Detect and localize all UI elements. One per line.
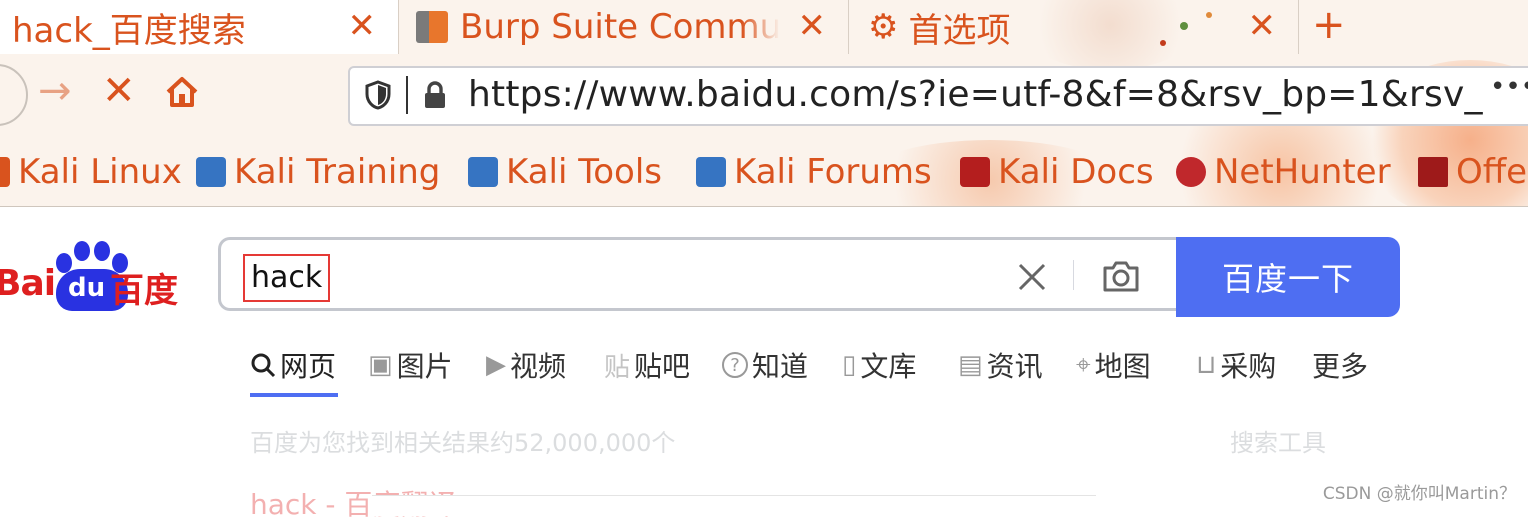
more-actions-icon[interactable]: ••• (1486, 72, 1528, 102)
tab-shopping[interactable]: ⊔ 采购 (1196, 345, 1276, 385)
stop-button[interactable]: ✕ (102, 68, 136, 114)
baidu-results-page: Bai du 百度 hack 百度一下 网页 ▣ 图片 ▶ 视频 贴 贴吧 ? … (0, 207, 1528, 521)
tab-more[interactable]: 更多 (1312, 345, 1368, 385)
url-text: https://www.baidu.com/s?ie=utf-8&f=8&rsv… (468, 74, 1483, 115)
document-icon: ▯ (842, 350, 857, 380)
new-tab-button[interactable]: + (1312, 2, 1346, 48)
search-icon (251, 353, 276, 378)
separator (406, 76, 408, 114)
bookmark-label: Offe (1456, 152, 1528, 192)
tab-video[interactable]: ▶ 视频 (486, 345, 566, 385)
kali-icon (696, 157, 726, 187)
bookmark-kali-linux[interactable]: Kali Linux (0, 148, 182, 196)
search-input[interactable]: hack (243, 254, 331, 302)
search-box[interactable]: hack (218, 237, 1176, 311)
csdn-watermark: CSDN @就你叫Martin？ (1322, 484, 1516, 504)
tab-baidu-search[interactable]: hack_百度搜索 ✕ (0, 0, 399, 54)
kali-icon (0, 157, 10, 187)
tab-map[interactable]: ⌖ 地图 (1076, 345, 1151, 385)
bookmark-label: Kali Linux (18, 152, 182, 192)
gear-icon: ⚙ (868, 7, 899, 47)
active-tab-indicator (250, 393, 338, 397)
home-button[interactable] (164, 74, 200, 120)
tab-label: 地图 (1094, 350, 1151, 383)
divider (1073, 260, 1074, 290)
shield-icon[interactable] (364, 80, 392, 110)
tab-label: 资讯 (986, 350, 1043, 383)
basket-icon: ⊔ (1196, 350, 1217, 380)
tab-tieba[interactable]: 贴 贴吧 (604, 345, 690, 385)
bookmark-label: Kali Docs (998, 152, 1154, 192)
tab-images[interactable]: ▣ 图片 (368, 345, 453, 385)
close-icon[interactable]: ✕ (1248, 6, 1277, 46)
search-tools-button[interactable]: 搜索工具 (1230, 423, 1326, 458)
question-icon: ? (722, 352, 748, 378)
tab-wenku[interactable]: ▯ 文库 (842, 345, 916, 385)
back-button[interactable] (0, 64, 28, 126)
tab-strip: hack_百度搜索 ✕ Burp Suite Commun ✕ ⚙ 首选项 ✕ … (0, 0, 1528, 54)
tab-title: Burp Suite Commun (460, 7, 780, 47)
navigation-toolbar: → ✕ https://www.baidu.com/s?ie=utf-8&f=8… (0, 54, 1528, 140)
nethunter-icon (1176, 157, 1206, 187)
tab-news[interactable]: ▤ 资讯 (958, 345, 1043, 385)
forward-button[interactable]: → (38, 68, 72, 114)
tab-burp-suite[interactable]: Burp Suite Commun ✕ (400, 0, 849, 54)
docs-icon (960, 157, 990, 187)
close-icon[interactable]: ✕ (798, 6, 827, 46)
clear-icon[interactable] (1017, 262, 1047, 292)
bookmark-kali-forums[interactable]: Kali Forums (696, 148, 932, 196)
logo-text-en: Bai (0, 263, 56, 304)
tab-zhidao[interactable]: ? 知道 (722, 345, 808, 385)
burp-icon (416, 11, 448, 43)
tab-title: 首选项 (908, 10, 1011, 51)
kali-icon (196, 157, 226, 187)
kali-icon (468, 157, 498, 187)
tab-label: 采购 (1220, 350, 1277, 383)
tab-web[interactable]: 网页 (250, 345, 336, 385)
image-icon: ▣ (368, 350, 393, 380)
bookmark-label: Kali Forums (734, 152, 932, 192)
home-icon (166, 77, 198, 107)
tab-label: 文库 (860, 350, 917, 383)
logo-text-du: du (68, 273, 106, 303)
bookmarks-toolbar: Kali Linux Kali Training Kali Tools Kali… (0, 148, 1528, 198)
tab-label: 视频 (510, 350, 567, 383)
tab-label: 更多 (1312, 350, 1369, 383)
news-icon: ▤ (958, 350, 983, 380)
tab-label: 知道 (752, 350, 809, 383)
browser-chrome: hack_百度搜索 ✕ Burp Suite Commun ✕ ⚙ 首选项 ✕ … (0, 0, 1528, 207)
camera-icon[interactable] (1101, 258, 1141, 294)
bookmark-kali-training[interactable]: Kali Training (196, 148, 440, 196)
offsec-icon (1418, 157, 1448, 187)
close-icon[interactable]: ✕ (348, 6, 377, 46)
logo-text-cn: 百度 (110, 271, 178, 311)
bookmark-label: NetHunter (1214, 152, 1391, 192)
bookmark-offsec[interactable]: Offe (1418, 148, 1527, 196)
tab-label: 网页 (280, 350, 337, 383)
address-bar[interactable]: https://www.baidu.com/s?ie=utf-8&f=8&rsv… (348, 66, 1528, 126)
dropdown-shadow (372, 495, 1096, 516)
search-button[interactable]: 百度一下 (1176, 237, 1400, 317)
map-icon: ⌖ (1076, 349, 1091, 380)
bookmark-kali-docs[interactable]: Kali Docs (960, 148, 1154, 196)
bookmark-kali-tools[interactable]: Kali Tools (468, 148, 662, 196)
bookmark-nethunter[interactable]: NetHunter (1176, 148, 1391, 196)
tab-title: hack_百度搜索 (12, 10, 246, 51)
tab-preferences[interactable]: ⚙ 首选项 ✕ (850, 0, 1299, 54)
tieba-icon: 贴 (604, 352, 631, 383)
tab-label: 贴吧 (634, 350, 691, 383)
result-count: 百度为您找到相关结果约52,000,000个 (250, 429, 676, 457)
lock-icon (425, 81, 445, 108)
bookmark-label: Kali Training (234, 152, 441, 192)
bookmark-label: Kali Tools (506, 152, 662, 192)
tab-label: 图片 (396, 350, 453, 383)
video-icon: ▶ (486, 350, 506, 380)
